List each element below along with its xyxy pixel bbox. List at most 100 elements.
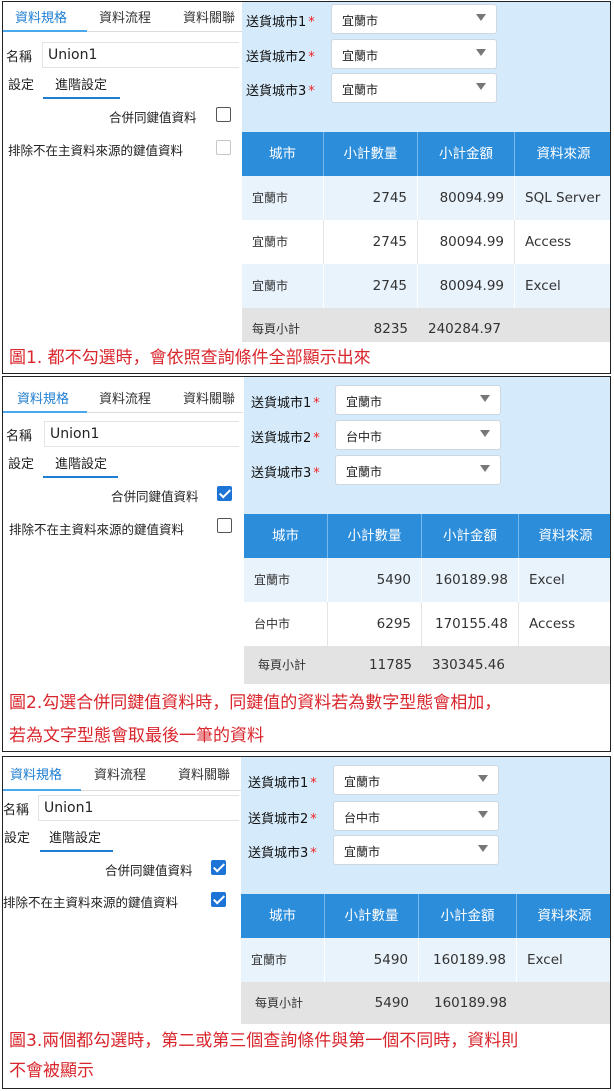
cell-city: 宜蘭市 [242, 176, 324, 220]
query-row-city3: 送貨城市3 * 宜蘭市 [242, 73, 610, 103]
subtab-bar: 設定 進階設定 [3, 70, 239, 99]
exclude-non-master-key-checkbox[interactable] [217, 518, 232, 533]
table-row[interactable]: 宜蘭市 5490 160189.98 Excel [244, 558, 610, 602]
cell-amount: 170155.48 [422, 602, 519, 646]
subtab-settings[interactable]: 設定 [8, 453, 34, 472]
header-subtotal-amount[interactable]: 小計金額 [418, 132, 515, 176]
chevron-down-icon [480, 465, 490, 472]
query-row-city2: 送貨城市2 * 宜蘭市 [242, 39, 610, 69]
figure-caption-line-2: 不會被顯示 [9, 1061, 94, 1081]
header-subtotal-qty[interactable]: 小計數量 [328, 514, 422, 558]
chevron-down-icon [480, 430, 490, 437]
cell-qty: 2745 [324, 264, 418, 308]
query-row-city2: 送貨城市2 * 台中市 [241, 801, 610, 831]
name-input[interactable]: Union1 [44, 421, 239, 447]
merge-same-key-checkbox[interactable] [217, 486, 232, 501]
header-data-source[interactable]: 資料來源 [517, 894, 610, 938]
tab-data-flow[interactable]: 資料流程 [99, 388, 151, 407]
query-label-city1: 送貨城市1 * [251, 396, 320, 411]
table-row[interactable]: 宜蘭市 2745 80094.99 Access [242, 220, 610, 264]
figure-caption-line-2: 若為文字型態會取最後一筆的資料 [9, 726, 264, 746]
table-row[interactable]: 宜蘭市 5490 160189.98 Excel [241, 938, 610, 982]
merge-same-key-checkbox[interactable] [211, 860, 226, 875]
exclude-non-master-key-label: 排除不在主資料來源的鍵值資料 [8, 143, 184, 158]
name-label: 名稱 [6, 50, 33, 65]
chevron-down-icon [478, 775, 488, 782]
header-subtotal-amount[interactable]: 小計金額 [419, 894, 517, 938]
settings-pane: 資料規格 資料流程 資料關聯 名稱 Union1 設定 進階設定 合併同鍵值資料… [3, 2, 243, 373]
merge-same-key-label: 合併同鍵值資料 [109, 110, 197, 125]
table-row[interactable]: 宜蘭市 2745 80094.99 Excel [242, 264, 610, 308]
city2-select[interactable]: 宜蘭市 [331, 39, 497, 69]
table-header: 城市 小計數量 小計金額 資料來源 [244, 514, 610, 558]
cell-source: Excel [517, 938, 610, 982]
tab-data-relation[interactable]: 資料關聯 [183, 7, 235, 26]
active-subtab-indicator [43, 97, 120, 99]
subtotal-qty: 8235 [373, 321, 408, 337]
city2-select[interactable]: 台中市 [335, 420, 501, 450]
cell-city: 宜蘭市 [242, 264, 324, 308]
query-label-city3: 送貨城市3 * [248, 846, 317, 861]
active-tab-indicator [3, 411, 87, 413]
cell-city: 台中市 [244, 602, 328, 646]
name-row: 名稱 Union1 [3, 793, 239, 821]
query-row-city1: 送貨城市1 * 宜蘭市 [242, 4, 610, 34]
header-data-source[interactable]: 資料來源 [515, 132, 610, 176]
cell-qty: 5490 [328, 558, 422, 602]
exclude-non-master-key-label: 排除不在主資料來源的鍵值資料 [3, 895, 179, 910]
tab-data-relation[interactable]: 資料關聯 [178, 764, 230, 783]
tab-data-flow[interactable]: 資料流程 [99, 7, 151, 26]
city2-select[interactable]: 台中市 [333, 801, 499, 831]
subtab-advanced[interactable]: 進階設定 [49, 827, 101, 846]
query-label-city2: 送貨城市2 * [246, 50, 315, 65]
cell-amount: 160189.98 [422, 558, 519, 602]
city3-select[interactable]: 宜蘭市 [335, 455, 501, 485]
header-city[interactable]: 城市 [242, 132, 324, 176]
subtab-settings[interactable]: 設定 [8, 74, 34, 93]
table-header: 城市 小計數量 小計金額 資料來源 [241, 894, 610, 938]
chevron-down-icon [480, 395, 490, 402]
name-input[interactable]: Union1 [42, 42, 239, 68]
tab-data-relation[interactable]: 資料關聯 [183, 388, 235, 407]
header-subtotal-qty[interactable]: 小計數量 [324, 132, 418, 176]
exclude-non-master-key-checkbox[interactable] [216, 140, 231, 155]
cell-amount: 80094.99 [418, 264, 515, 308]
chevron-down-icon [476, 49, 486, 56]
active-tab-indicator [3, 789, 81, 791]
city3-select[interactable]: 宜蘭市 [333, 835, 499, 865]
exclude-non-master-key-checkbox[interactable] [211, 892, 226, 907]
header-data-source[interactable]: 資料來源 [519, 514, 610, 558]
tab-data-flow[interactable]: 資料流程 [94, 764, 146, 783]
subtab-bar: 設定 進階設定 [3, 449, 239, 478]
name-input[interactable]: Union1 [38, 795, 239, 821]
tab-data-spec[interactable]: 資料規格 [17, 388, 69, 407]
subtab-advanced[interactable]: 進階設定 [55, 74, 107, 93]
cell-city: 宜蘭市 [244, 558, 328, 602]
city1-select[interactable]: 宜蘭市 [331, 4, 497, 34]
header-subtotal-qty[interactable]: 小計數量 [325, 894, 419, 938]
subtab-settings[interactable]: 設定 [4, 827, 30, 846]
query-label-city1: 送貨城市1 * [248, 776, 317, 791]
city3-select[interactable]: 宜蘭市 [331, 73, 497, 103]
city1-select[interactable]: 宜蘭市 [333, 765, 499, 795]
header-subtotal-amount[interactable]: 小計金額 [422, 514, 519, 558]
header-city[interactable]: 城市 [241, 894, 325, 938]
query-label-city3: 送貨城市3 * [246, 84, 315, 99]
city1-select[interactable]: 宜蘭市 [335, 385, 501, 415]
tab-data-spec[interactable]: 資料規格 [15, 7, 67, 26]
query-label-city3: 送貨城市3 * [251, 466, 320, 481]
subtotal-qty: 5490 [374, 995, 409, 1011]
results-pane: 送貨城市1 * 宜蘭市 送貨城市2 * 宜蘭市 送貨城市3 * 宜蘭市 城市 小計數量… [242, 2, 610, 342]
chevron-down-icon [476, 83, 486, 90]
table-row[interactable]: 宜蘭市 2745 80094.99 SQL Server [242, 176, 610, 220]
subtab-advanced[interactable]: 進階設定 [55, 453, 107, 472]
active-subtab-indicator [40, 850, 113, 852]
merge-same-key-checkbox[interactable] [216, 107, 231, 122]
cell-source: Access [515, 220, 610, 264]
header-city[interactable]: 城市 [244, 514, 328, 558]
table-row[interactable]: 台中市 6295 170155.48 Access [244, 602, 610, 646]
cell-qty: 6295 [328, 602, 422, 646]
table-header: 城市 小計數量 小計金額 資料來源 [242, 132, 610, 176]
tab-data-spec[interactable]: 資料規格 [10, 764, 62, 783]
figure-panel-3: 資料規格 資料流程 資料關聯 名稱 Union1 設定 進階設定 合併同鍵值資料… [2, 756, 611, 1089]
